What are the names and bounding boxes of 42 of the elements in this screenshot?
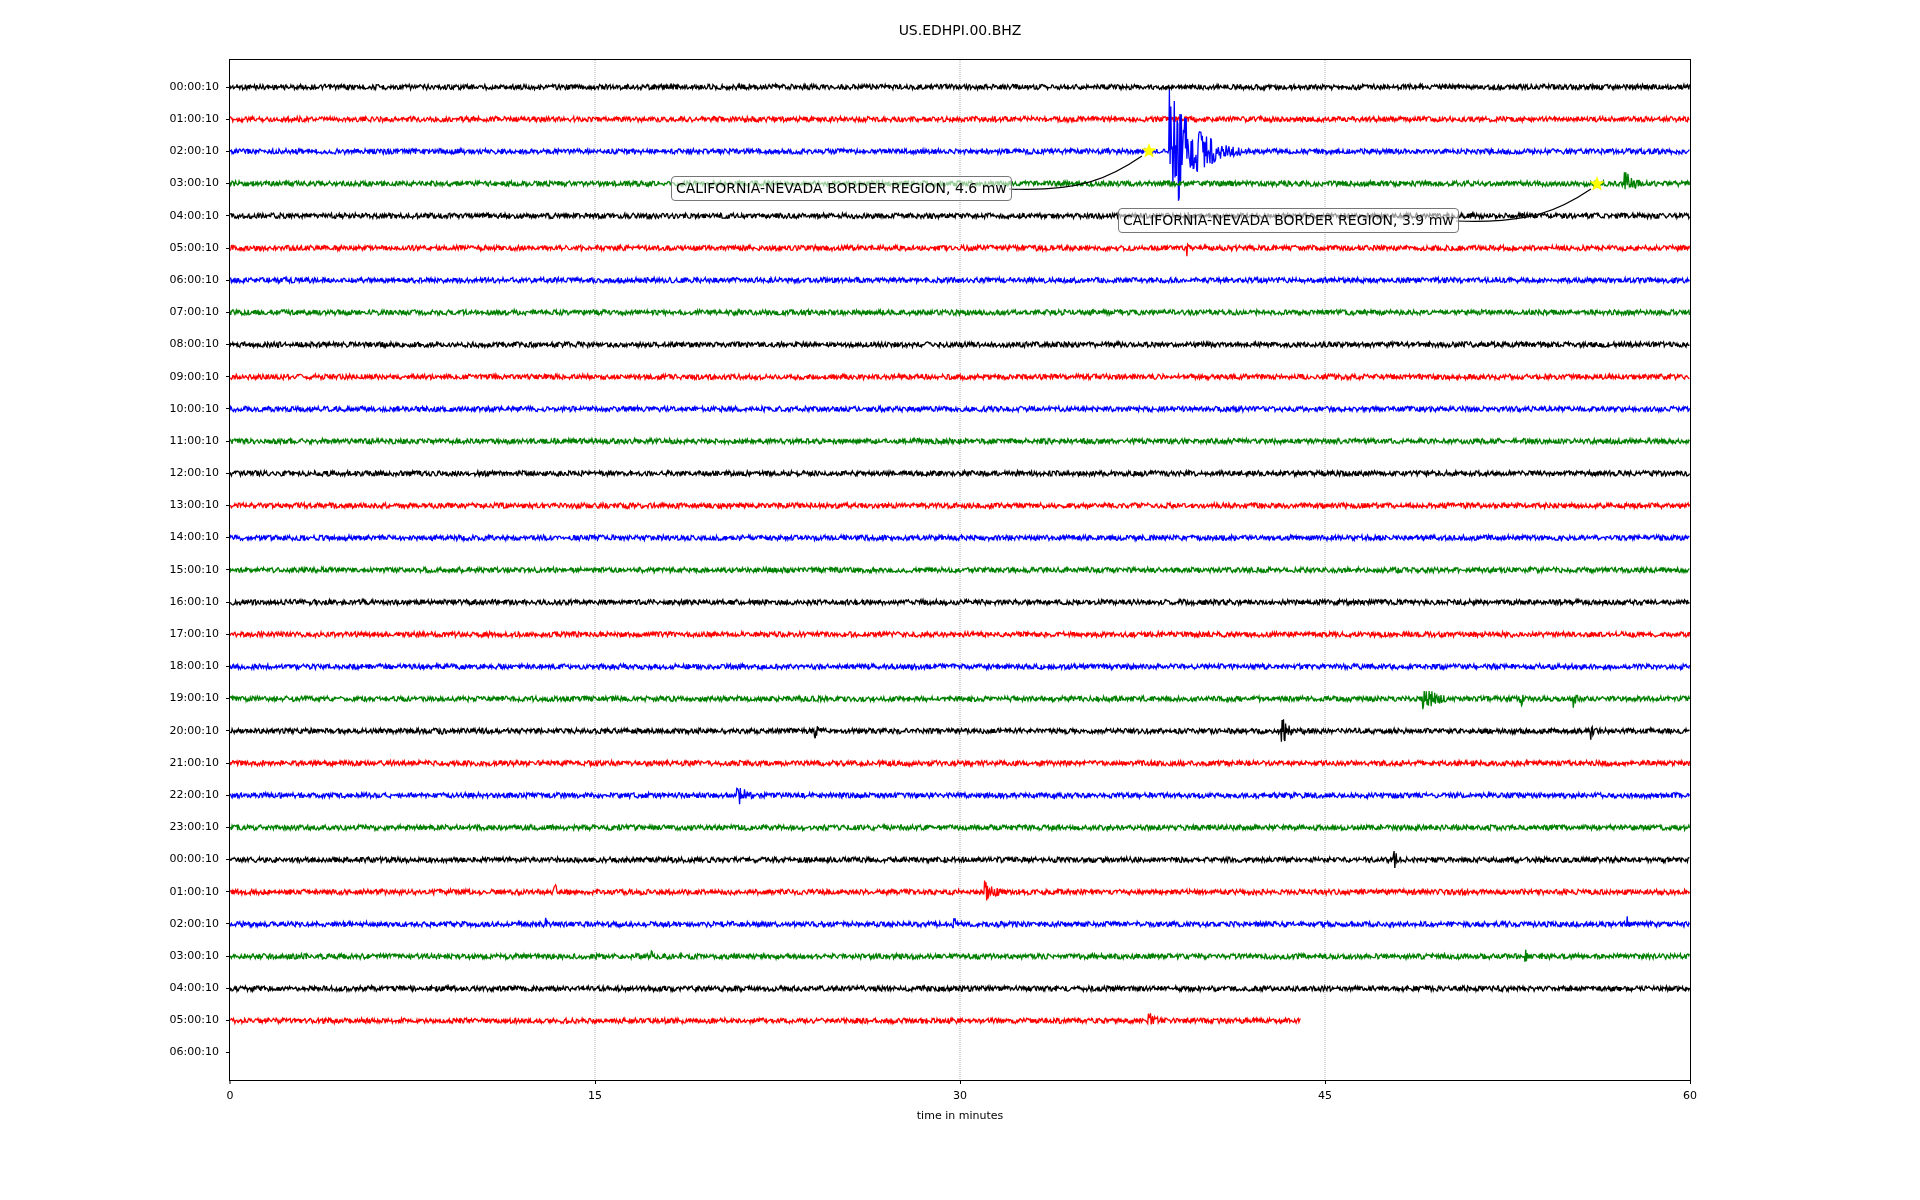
time-label: 19:00:10 [169,690,219,707]
time-label: 00:00:10 [169,78,219,95]
time-label: 02:00:10 [169,143,219,160]
time-label: 03:00:10 [169,175,219,192]
star-icon [1141,143,1157,158]
tick-label: 15 [588,1088,602,1104]
time-label: 04:00:10 [169,207,219,224]
time-label: 07:00:10 [169,304,219,321]
time-label: 02:00:10 [169,915,219,932]
plot-title: US.EDHPI.00.BHZ [898,20,1022,40]
time-label: 08:00:10 [169,336,219,353]
time-label: 03:00:10 [169,947,219,964]
time-label: 01:00:10 [169,111,219,128]
time-label: 00:00:10 [169,851,219,868]
time-label: 04:00:10 [169,980,219,997]
time-label: 06:00:10 [169,271,219,288]
time-label: 22:00:10 [169,786,219,803]
tick-label: 30 [953,1088,967,1104]
time-label: 05:00:10 [169,239,219,256]
time-label: 14:00:10 [169,529,219,546]
time-label: 17:00:10 [169,626,219,643]
time-label: 05:00:10 [169,1012,219,1029]
time-label: 15:00:10 [169,561,219,578]
time-label: 20:00:10 [169,722,219,739]
time-label: 11:00:10 [169,432,219,449]
time-label: 23:00:10 [169,819,219,836]
time-label: 18:00:10 [169,658,219,675]
axis-label: time in minutes [916,1108,1004,1124]
time-label: 16:00:10 [169,593,219,610]
time-label: 13:00:10 [169,497,219,514]
event-annotation: CALIFORNIA-NEVADA BORDER REGION, 4.6 mw [671,176,1012,201]
time-label: 12:00:10 [169,465,219,482]
event-annotation: CALIFORNIA-NEVADA BORDER REGION, 3.9 mw [1118,208,1459,233]
tick-label: 60 [1683,1088,1697,1104]
time-label: 09:00:10 [169,368,219,385]
time-label: 10:00:10 [169,400,219,417]
tick-label: 0 [226,1088,234,1104]
time-label: 01:00:10 [169,883,219,900]
time-label: 21:00:10 [169,754,219,771]
tick-label: 45 [1318,1088,1332,1104]
star-icon [1589,176,1605,191]
time-label: 06:00:10 [169,1044,219,1061]
